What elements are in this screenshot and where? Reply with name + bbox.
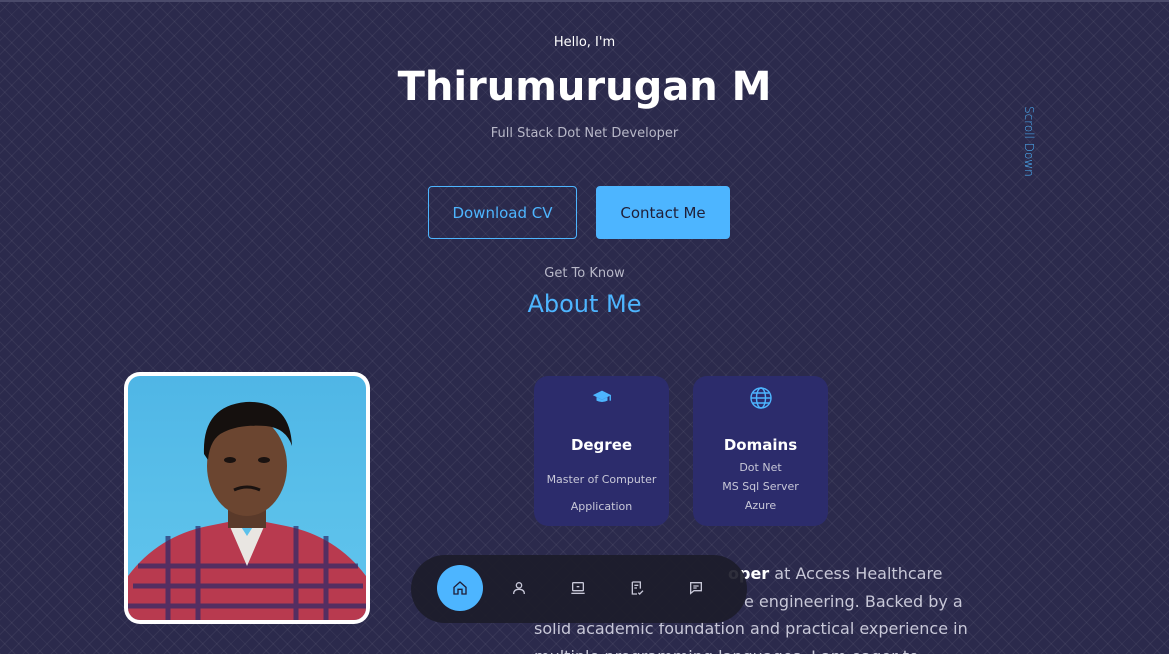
contact-me-button[interactable]: Contact Me <box>596 186 730 239</box>
domains-card: Domains Dot Net MS Sql Server Azure <box>693 376 828 526</box>
domains-title: Domains <box>723 436 798 454</box>
home-icon <box>453 581 467 595</box>
message-icon <box>690 582 702 595</box>
role-subtitle: Full Stack Dot Net Developer <box>490 126 679 141</box>
scroll-down-link[interactable]: Scroll Down <box>1020 106 1036 188</box>
degree-card: Degree Master of Computer Application <box>534 376 669 526</box>
notes-icon <box>631 581 644 595</box>
user-icon <box>513 582 525 595</box>
page-title: Thirumurugan M <box>397 64 772 110</box>
nav-about[interactable] <box>496 565 542 611</box>
degree-line-2: Application <box>570 500 633 513</box>
globe-icon <box>693 386 828 410</box>
laptop-icon <box>571 582 585 594</box>
nav-contact[interactable] <box>673 565 719 611</box>
graduation-cap-icon <box>534 386 669 410</box>
nav-experience[interactable] <box>555 565 601 611</box>
domain-item: Azure <box>744 499 777 512</box>
download-cv-button[interactable]: Download CV <box>428 186 577 239</box>
nav-services[interactable] <box>614 565 660 611</box>
profile-photo <box>124 372 370 624</box>
section-title: About Me <box>527 290 642 318</box>
degree-text: Master of Computer Application <box>534 466 669 520</box>
degree-line-1: Master of Computer <box>546 473 657 486</box>
degree-title: Degree <box>570 436 633 454</box>
bottom-nav <box>411 555 747 623</box>
greeting: Hello, I'm <box>553 35 616 50</box>
about-line-4: multiple programming languages, I am eag… <box>534 643 984 654</box>
nav-home[interactable] <box>437 565 483 611</box>
domain-item: MS Sql Server <box>722 480 799 493</box>
domain-item: Dot Net <box>739 461 782 474</box>
section-subtitle: Get To Know <box>544 266 625 281</box>
about-line-1: at Access Healthcare <box>769 564 943 583</box>
top-border <box>0 0 1169 2</box>
